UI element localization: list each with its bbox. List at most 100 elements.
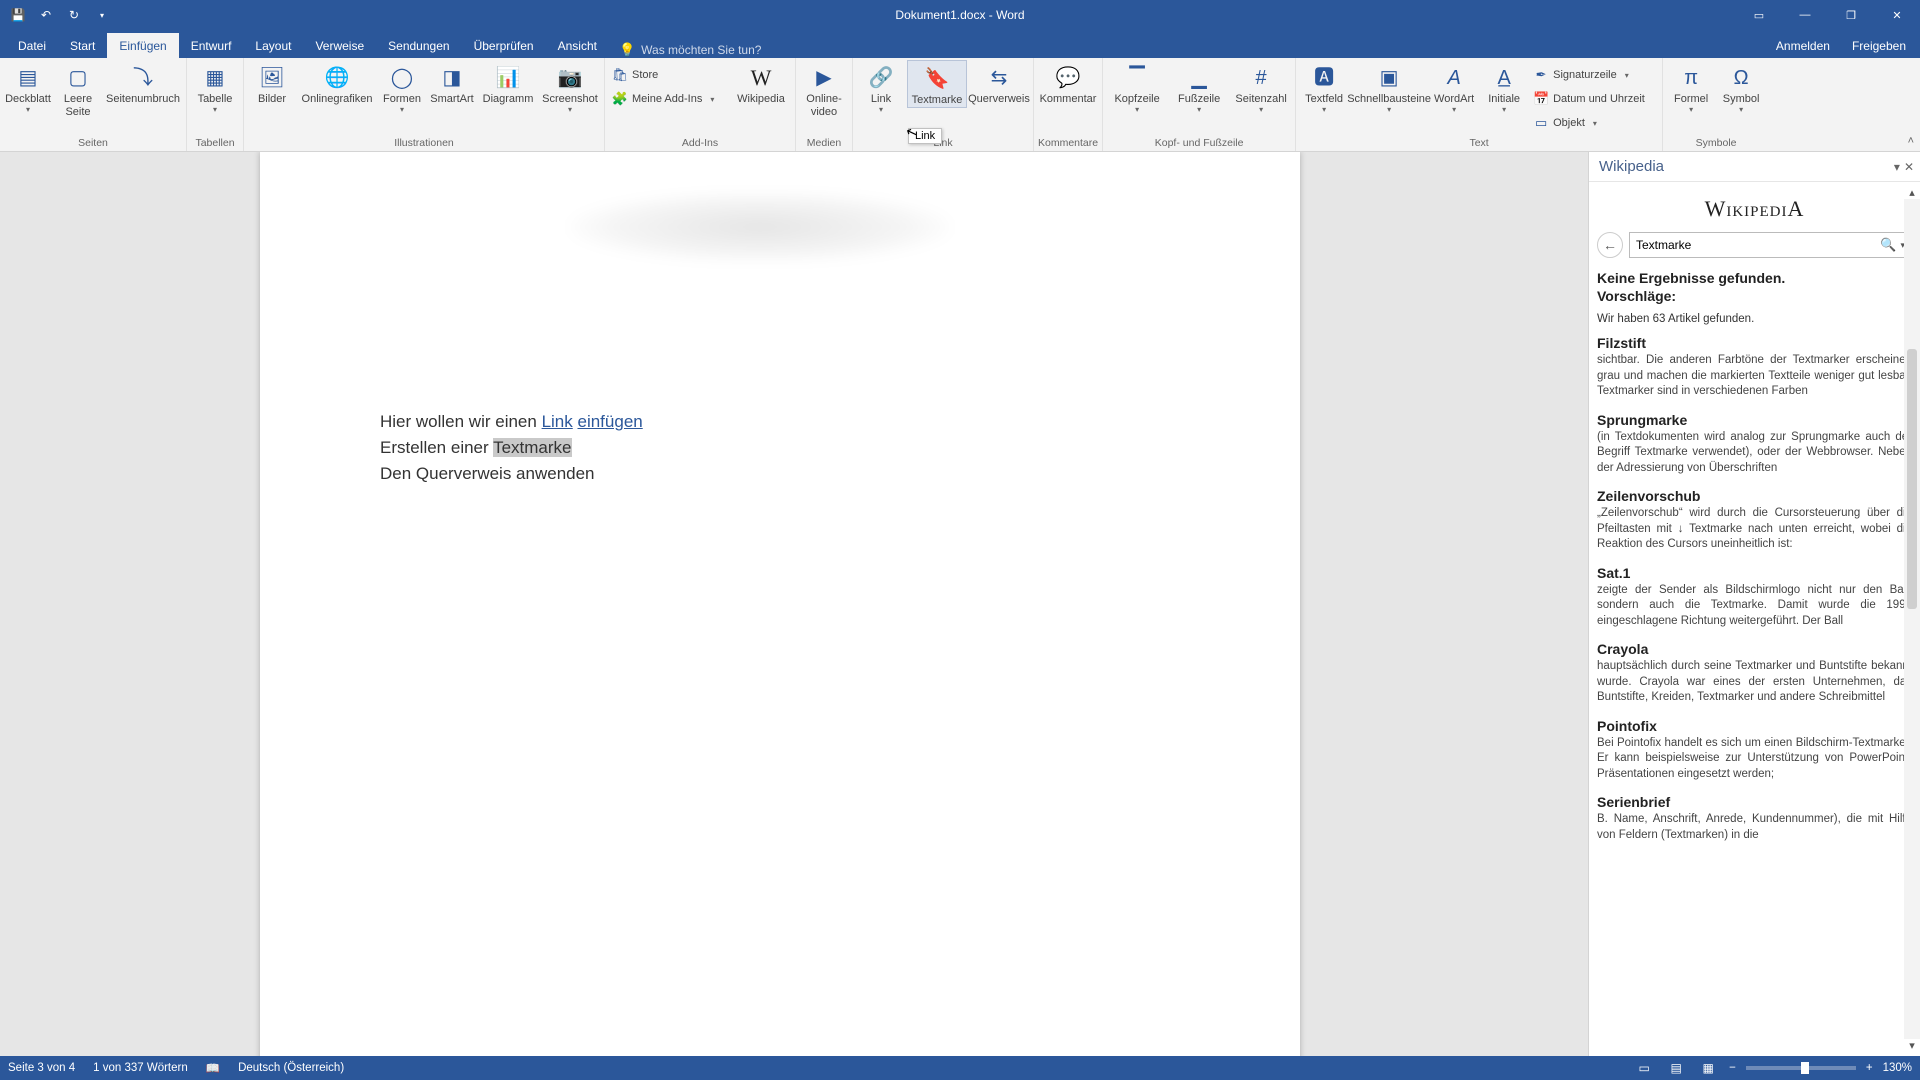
btn-onlinegrafiken[interactable]: 🌐Onlinegrafiken <box>298 60 376 106</box>
btn-screenshot[interactable]: 📷Screenshot▾ <box>540 60 600 114</box>
btn-seitenumbruch[interactable]: ⤵Seitenumbruch <box>104 60 182 106</box>
wiki-entry-title[interactable]: Filzstift <box>1597 335 1912 351</box>
wiki-entry-title[interactable]: Pointofix <box>1597 718 1912 734</box>
status-words[interactable]: 1 von 337 Wörtern <box>93 1062 188 1074</box>
wiki-entry-title[interactable]: Crayola <box>1597 641 1912 657</box>
wikipedia-back-button[interactable]: ← <box>1597 232 1623 258</box>
btn-wikipedia[interactable]: WWikipedia <box>731 60 791 106</box>
tab-entwurf[interactable]: Entwurf <box>179 33 244 58</box>
tab-datei[interactable]: Datei <box>6 33 58 58</box>
wiki-entry-title[interactable]: Zeilenvorschub <box>1597 488 1912 504</box>
search-icon[interactable]: 🔍 <box>1880 237 1896 253</box>
tab-layout[interactable]: Layout <box>243 33 303 58</box>
btn-formen[interactable]: ◯Formen▾ <box>378 60 426 114</box>
btn-meine-addins[interactable]: 🧩Meine Add-Ins▾ <box>609 88 729 110</box>
collapse-ribbon-icon[interactable]: ˄ <box>1908 135 1914 147</box>
tab-ueberpruefen[interactable]: Überprüfen <box>462 33 546 58</box>
hyperlink-einfuegen[interactable]: einfügen <box>578 412 643 431</box>
tell-me-box[interactable]: 💡 Was möchten Sie tun? <box>619 42 761 58</box>
btn-smartart[interactable]: ◨SmartArt <box>428 60 476 106</box>
share-button[interactable]: Freigeben <box>1850 33 1908 58</box>
qat-customize-icon[interactable]: ▾ <box>90 3 114 27</box>
btn-diagramm[interactable]: 📊Diagramm <box>478 60 538 106</box>
btn-formel[interactable]: πFormel▾ <box>1667 60 1715 114</box>
btn-textmarke[interactable]: 🔖Textmarke <box>907 60 967 108</box>
maximize-button[interactable]: ❐ <box>1828 0 1874 30</box>
signin-link[interactable]: Anmelden <box>1774 33 1832 58</box>
wiki-entry[interactable]: Sprungmarke(in Textdokumenten wird analo… <box>1597 412 1912 477</box>
group-symbole: πFormel▾ ΩSymbol▾ Symbole <box>1663 58 1769 151</box>
wiki-entry-title[interactable]: Sprungmarke <box>1597 412 1912 428</box>
btn-link[interactable]: 🔗Link▾ <box>857 60 905 114</box>
btn-textfeld[interactable]: 🅰Textfeld▾ <box>1300 60 1348 114</box>
wiki-entry[interactable]: Crayolahauptsächlich durch seine Textmar… <box>1597 641 1912 706</box>
wiki-entry-title[interactable]: Sat.1 <box>1597 565 1912 581</box>
tab-ansicht[interactable]: Ansicht <box>546 33 609 58</box>
view-print-layout-icon[interactable]: ▤ <box>1665 1059 1687 1077</box>
view-web-layout-icon[interactable]: ▦ <box>1697 1059 1719 1077</box>
scroll-track[interactable] <box>1904 199 1920 1039</box>
scroll-down-icon[interactable]: ▾ <box>1909 1039 1915 1052</box>
group-link: 🔗Link▾ 🔖Textmarke ⇆Querverweis Link <box>853 58 1034 151</box>
undo-icon[interactable]: ↶ <box>34 3 58 27</box>
btn-kommentar[interactable]: 💬Kommentar <box>1038 60 1098 106</box>
redo-icon[interactable]: ↻ <box>62 3 86 27</box>
group-title-kopf: Kopf- und Fußzeile <box>1107 136 1291 151</box>
document-page[interactable]: Hier wollen wir einen Link einfügen Erst… <box>260 152 1300 1056</box>
btn-initiale[interactable]: A̲Initiale▾ <box>1480 60 1528 114</box>
wiki-entry[interactable]: Sat.1zeigte der Sender als Bildschirmlog… <box>1597 565 1912 630</box>
status-proofing-icon[interactable]: 📖 <box>206 1061 220 1075</box>
wiki-entry[interactable]: Zeilenvorschub„Zeilenvorschub“ wird durc… <box>1597 488 1912 553</box>
wiki-entry[interactable]: PointofixBei Pointofix handelt es sich u… <box>1597 718 1912 783</box>
btn-querverweis[interactable]: ⇆Querverweis <box>969 60 1029 106</box>
btn-datum[interactable]: 📅Datum und Uhrzeit <box>1530 88 1658 110</box>
btn-symbol[interactable]: ΩSymbol▾ <box>1717 60 1765 114</box>
wiki-entry-title[interactable]: Serienbrief <box>1597 794 1912 810</box>
scroll-thumb[interactable] <box>1907 349 1917 609</box>
status-page[interactable]: Seite 3 von 4 <box>8 1062 75 1074</box>
tab-start[interactable]: Start <box>58 33 107 58</box>
document-area[interactable]: Hier wollen wir einen Link einfügen Erst… <box>0 152 1588 1056</box>
btn-fusszeile[interactable]: ▁Fußzeile▾ <box>1169 60 1229 114</box>
wiki-entry[interactable]: Filzstiftsichtbar. Die anderen Farbtöne … <box>1597 335 1912 400</box>
doc-line-1[interactable]: Hier wollen wir einen Link einfügen <box>380 412 1180 432</box>
zoom-slider[interactable] <box>1746 1066 1856 1070</box>
btn-deckblatt[interactable]: ▤Deckblatt▾ <box>4 60 52 114</box>
zoom-in-button[interactable]: + <box>1866 1062 1873 1074</box>
pane-scrollbar[interactable]: ▴ ▾ <box>1904 182 1920 1056</box>
btn-onlinevideo[interactable]: ▶Online-video <box>800 60 848 118</box>
store-icon: 🛍 <box>612 67 628 83</box>
btn-signatur[interactable]: ✒Signaturzeile▾ <box>1530 64 1658 86</box>
btn-tabelle[interactable]: ▦Tabelle▾ <box>191 60 239 114</box>
doc-line-3[interactable]: Den Querverweis anwenden <box>380 464 1180 484</box>
btn-objekt[interactable]: ▭Objekt▾ <box>1530 112 1658 134</box>
btn-seitenzahl[interactable]: #Seitenzahl▾ <box>1231 60 1291 114</box>
btn-leere-seite[interactable]: ▢Leere Seite <box>54 60 102 118</box>
status-language[interactable]: Deutsch (Österreich) <box>238 1062 344 1074</box>
btn-store[interactable]: 🛍Store <box>609 64 729 86</box>
tab-verweise[interactable]: Verweise <box>303 33 376 58</box>
btn-bilder[interactable]: 🖼Bilder <box>248 60 296 106</box>
wikipedia-search-input[interactable] <box>1636 238 1876 252</box>
tab-einfuegen[interactable]: Einfügen <box>107 33 178 58</box>
selected-text[interactable]: Textmarke <box>493 438 571 457</box>
btn-wordart[interactable]: AWordArt▾ <box>1430 60 1478 114</box>
zoom-out-button[interactable]: − <box>1729 1062 1736 1074</box>
view-read-mode-icon[interactable]: ▭ <box>1633 1059 1655 1077</box>
save-icon[interactable]: 💾 <box>6 3 30 27</box>
close-button[interactable]: ✕ <box>1874 0 1920 30</box>
btn-kopfzeile[interactable]: ▔Kopfzeile▾ <box>1107 60 1167 114</box>
scroll-up-icon[interactable]: ▴ <box>1909 186 1915 199</box>
btn-schnellbausteine[interactable]: ▣Schnellbausteine▾ <box>1350 60 1428 114</box>
zoom-slider-knob[interactable] <box>1801 1062 1809 1074</box>
wiki-entry[interactable]: SerienbriefB. Name, Anschrift, Anrede, K… <box>1597 794 1912 843</box>
ribbon-display-options-icon[interactable]: ▭ <box>1736 0 1782 30</box>
hyperlink-link[interactable]: Link <box>542 412 573 431</box>
pane-close-icon[interactable]: ✕ <box>1904 160 1914 174</box>
doc-line-2[interactable]: Erstellen einer Textmarke <box>380 438 1180 458</box>
wikipedia-search-input-wrap[interactable]: 🔍 ▾ <box>1629 232 1912 258</box>
minimize-button[interactable]: ― <box>1782 0 1828 30</box>
pane-dropdown-icon[interactable]: ▾ <box>1894 160 1900 174</box>
tab-sendungen[interactable]: Sendungen <box>376 33 461 58</box>
zoom-level[interactable]: 130% <box>1883 1062 1912 1074</box>
